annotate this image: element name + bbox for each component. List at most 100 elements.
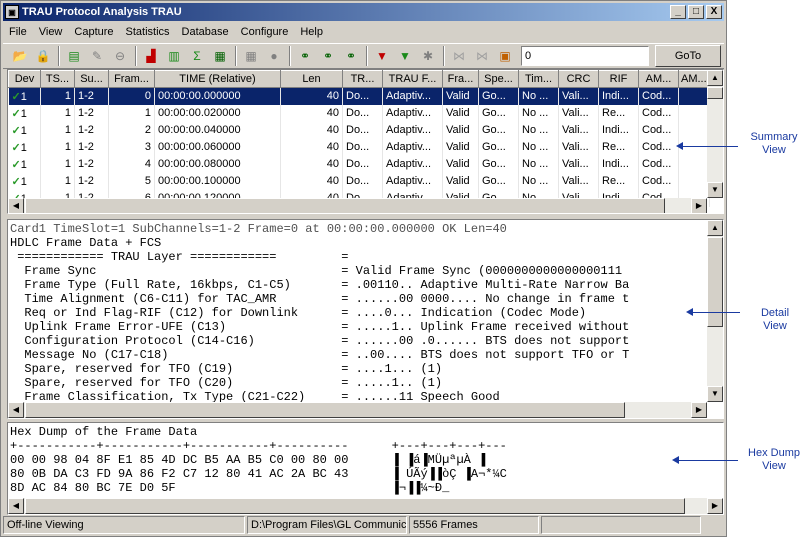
find-previous-icon[interactable]: ⚭ bbox=[340, 45, 362, 67]
column-header[interactable]: Fram... bbox=[108, 70, 155, 88]
menu-help[interactable]: Help bbox=[294, 26, 329, 38]
menu-statistics[interactable]: Statistics bbox=[120, 26, 176, 38]
scroll-left-icon[interactable]: ◀ bbox=[8, 402, 24, 418]
column-header[interactable]: Spe... bbox=[478, 70, 519, 88]
detail-header-line[interactable]: HDLC Frame Data + FCS bbox=[10, 236, 705, 250]
table-row[interactable]: ✓1 1 1-2 5 00:00:00.100000 40 Do... Adaptiv... V… bbox=[8, 172, 710, 190]
detail-field-line[interactable]: Spare, reserved for TFO (C20) = .....1..… bbox=[10, 376, 705, 390]
detail-field-line[interactable]: Req or Ind Flag-RIF (C12) for Downlink =… bbox=[10, 306, 705, 320]
detail-field-line[interactable]: Time Alignment (C6-C11) for TAC_AMR = ..… bbox=[10, 292, 705, 306]
scroll-thumb[interactable] bbox=[25, 498, 685, 514]
detail-field-line[interactable]: Message No (C17-C18) = ..00.... BTS does… bbox=[10, 348, 705, 362]
menu-file[interactable]: File bbox=[3, 26, 33, 38]
column-header[interactable]: Fra... bbox=[442, 70, 479, 88]
title-bar[interactable]: ▣ TRAU Protocol Analysis TRAU _ □ X bbox=[3, 3, 724, 21]
find-next-icon[interactable]: ⚭ bbox=[317, 45, 339, 67]
detail-field-line[interactable]: Uplink Frame Error-UFE (C13) = .....1.. … bbox=[10, 320, 705, 334]
table-cell: 40 bbox=[280, 121, 343, 139]
menu-capture[interactable]: Capture bbox=[68, 26, 119, 38]
lock-file-icon[interactable]: 🔒 bbox=[32, 45, 54, 67]
menu-database[interactable]: Database bbox=[176, 26, 235, 38]
column-header[interactable]: TR... bbox=[342, 70, 383, 88]
capture-list-icon[interactable]: ▤ bbox=[63, 45, 85, 67]
column-header[interactable]: AM... bbox=[638, 70, 679, 88]
column-header[interactable]: Len bbox=[280, 70, 343, 88]
column-header[interactable]: TIME (Relative) bbox=[154, 70, 281, 88]
scroll-right-icon[interactable]: ▶ bbox=[691, 198, 707, 213]
detail-arrowhead bbox=[686, 308, 693, 316]
save-icon[interactable]: ▦ bbox=[209, 45, 231, 67]
table-cell: Go... bbox=[478, 155, 519, 173]
detail-header-line[interactable]: Card1 TimeSlot=1 SubChannels=1-2 Frame=0… bbox=[10, 222, 705, 236]
detail-field-line[interactable]: Frame Sync = Valid Frame Sync (000000000… bbox=[10, 264, 705, 278]
scroll-left-icon[interactable]: ◀ bbox=[8, 198, 24, 213]
detail-field-line[interactable]: Spare, reserved for TFO (C19) = ....1...… bbox=[10, 362, 705, 376]
close-button[interactable]: X bbox=[706, 5, 722, 19]
column-header[interactable]: Tim... bbox=[518, 70, 559, 88]
table-cell: Do... bbox=[342, 172, 383, 190]
scroll-thumb[interactable] bbox=[707, 87, 723, 99]
network-icon[interactable]: ⋈ bbox=[448, 45, 470, 67]
scroll-thumb[interactable] bbox=[25, 402, 625, 418]
table-row[interactable]: ✓1 1 1-2 1 00:00:00.020000 40 Do... Adaptiv... V… bbox=[8, 104, 710, 122]
chart-icon[interactable]: ▟ bbox=[140, 45, 162, 67]
open-folder-icon[interactable]: 📂 bbox=[9, 45, 31, 67]
table-row[interactable]: ✓1 1 1-2 4 00:00:00.080000 40 Do... Adaptiv... V… bbox=[8, 155, 710, 173]
table-cell: Cod... bbox=[638, 172, 679, 190]
filter-clear-icon[interactable]: ✱ bbox=[417, 45, 439, 67]
column-header[interactable]: AM... bbox=[678, 70, 710, 88]
summary-arrowhead bbox=[676, 142, 683, 150]
scroll-thumb[interactable] bbox=[25, 198, 665, 213]
column-header[interactable]: TRAU F... bbox=[382, 70, 443, 88]
table-cell: 0 bbox=[108, 87, 155, 105]
scroll-up-icon[interactable]: ▲ bbox=[707, 220, 723, 236]
column-header[interactable]: Su... bbox=[74, 70, 109, 88]
minimize-button[interactable]: _ bbox=[670, 5, 686, 19]
stop-icon[interactable]: ⊖ bbox=[109, 45, 131, 67]
grid-icon[interactable]: ▦ bbox=[240, 45, 262, 67]
goto-frame-input[interactable] bbox=[521, 46, 649, 66]
table-row[interactable]: ✓1 1 1-2 2 00:00:00.040000 40 Do... Adaptiv... V… bbox=[8, 121, 710, 139]
pda-icon[interactable]: ▣ bbox=[494, 45, 516, 67]
link-icon[interactable]: ⋈ bbox=[471, 45, 493, 67]
detail-field-line[interactable]: ============ TRAU Layer ============ = bbox=[10, 250, 705, 264]
scroll-right-icon[interactable]: ▶ bbox=[691, 402, 707, 418]
scroll-thumb[interactable] bbox=[707, 237, 723, 327]
menu-configure[interactable]: Configure bbox=[235, 26, 295, 38]
record-icon[interactable]: ● bbox=[263, 45, 285, 67]
column-header[interactable]: RIF bbox=[598, 70, 639, 88]
table-cell: Valid bbox=[442, 104, 479, 122]
hex-horizontal-scrollbar[interactable]: ◀ ▶ bbox=[8, 498, 723, 514]
column-header[interactable]: TS... bbox=[40, 70, 75, 88]
scroll-right-icon[interactable]: ▶ bbox=[707, 498, 723, 514]
table-cell: 1 bbox=[108, 104, 155, 122]
maximize-button[interactable]: □ bbox=[688, 5, 704, 19]
summary-vertical-scrollbar[interactable]: ▲ ▼ bbox=[707, 70, 723, 198]
table-cell: Vali... bbox=[558, 121, 599, 139]
goto-button[interactable]: GoTo bbox=[655, 45, 721, 67]
detail-field-line[interactable]: Frame Type (Full Rate, 16kbps, C1-C5) = … bbox=[10, 278, 705, 292]
bar-statistics-icon[interactable]: ▥ bbox=[163, 45, 185, 67]
toolbar-separator bbox=[443, 46, 445, 66]
column-header[interactable]: Dev bbox=[8, 70, 41, 88]
column-header[interactable]: CRC bbox=[558, 70, 599, 88]
filter-set-icon[interactable]: ▼ bbox=[371, 45, 393, 67]
table-row[interactable]: ✓1 1 1-2 0 00:00:00.000000 40 Do... Adaptiv... V… bbox=[8, 87, 710, 105]
detail-vertical-scrollbar[interactable]: ▲ ▼ bbox=[707, 220, 723, 402]
hex-dump-line: 8D AC 84 80 BC 7E D0 5F ▐¬▐▐¼~Ð_ bbox=[10, 481, 450, 495]
menu-view[interactable]: View bbox=[33, 26, 69, 38]
detail-horizontal-scrollbar[interactable]: ◀ ▶ bbox=[8, 402, 707, 418]
summary-horizontal-scrollbar[interactable]: ◀ ▶ bbox=[8, 198, 707, 213]
detail-field-line[interactable]: Frame Classification, Tx Type (C21-C22) … bbox=[10, 390, 705, 402]
binoculars-icon[interactable]: ⚭ bbox=[294, 45, 316, 67]
detail-field-line[interactable]: Configuration Protocol (C14-C16) = .....… bbox=[10, 334, 705, 348]
filter-icon[interactable]: ▼ bbox=[394, 45, 416, 67]
sum-icon[interactable]: Σ bbox=[186, 45, 208, 67]
edit-icon[interactable]: ✎ bbox=[86, 45, 108, 67]
table-row[interactable]: ✓1 1 1-2 3 00:00:00.060000 40 Do... Adaptiv... V… bbox=[8, 138, 710, 156]
scroll-down-icon[interactable]: ▼ bbox=[707, 182, 723, 198]
scroll-up-icon[interactable]: ▲ bbox=[707, 70, 723, 86]
scroll-down-icon[interactable]: ▼ bbox=[707, 386, 723, 402]
scroll-left-icon[interactable]: ◀ bbox=[8, 498, 24, 514]
table-cell: Adaptiv... bbox=[382, 121, 443, 139]
